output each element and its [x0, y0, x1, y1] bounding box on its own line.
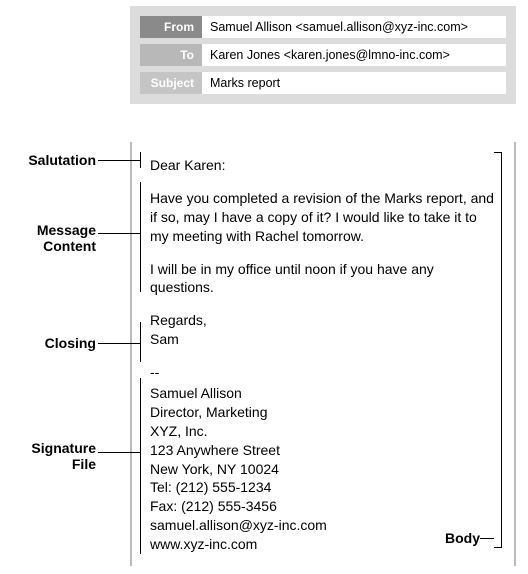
signature-fax: Fax: (212) 555-3456: [150, 497, 496, 516]
connector-message: [98, 233, 140, 234]
signature-company: XYZ, Inc.: [150, 422, 496, 441]
closing-name: Sam: [150, 330, 496, 349]
signature-city: New York, NY 10024: [150, 460, 496, 479]
annotation-message-text: Message Content: [37, 222, 96, 254]
connector-body: [480, 538, 494, 539]
signature-email[interactable]: samuel.allison@xyz-inc.com: [150, 517, 327, 533]
header-row-subject: Subject Marks report: [140, 72, 506, 94]
annotation-salutation: Salutation: [10, 152, 96, 168]
header-row-from: From Samuel Allison <samuel.allison@xyz-…: [140, 16, 506, 38]
salutation-text: Dear Karen:: [150, 156, 496, 175]
connector-closing: [98, 343, 140, 344]
signature-street: 123 Anywhere Street: [150, 441, 496, 460]
subject-value: Marks report: [202, 72, 506, 94]
connector-signature: [98, 452, 140, 453]
tick-closing: [140, 322, 141, 362]
from-label: From: [140, 16, 202, 38]
message-para-2: I will be in my office until noon if you…: [150, 260, 496, 298]
signature-url[interactable]: www.xyz-inc.com: [150, 536, 257, 552]
header-row-to: To Karen Jones <karen.jones@lmno-inc.com…: [140, 44, 506, 66]
message-para-1: Have you completed a revision of the Mar…: [150, 189, 496, 246]
signature-tel: Tel: (212) 555-1234: [150, 478, 496, 497]
to-label: To: [140, 44, 202, 66]
annotation-signature: Signature File: [10, 440, 96, 472]
annotation-message: Message Content: [10, 222, 96, 254]
signature-title: Director, Marketing: [150, 403, 496, 422]
subject-label: Subject: [140, 72, 202, 94]
signature-block: -- Samuel Allison Director, Marketing XY…: [150, 363, 496, 554]
from-value: Samuel Allison <samuel.allison@xyz-inc.c…: [202, 16, 506, 38]
annotation-closing: Closing: [10, 335, 96, 351]
email-body-panel: Dear Karen: Have you completed a revisio…: [130, 142, 516, 566]
annotation-signature-text: Signature File: [31, 440, 96, 472]
connector-salutation: [98, 160, 140, 161]
tick-signature: [140, 378, 141, 554]
closing-block: Regards, Sam: [150, 311, 496, 349]
email-header-panel: From Samuel Allison <samuel.allison@xyz-…: [130, 6, 516, 104]
closing-word: Regards,: [150, 311, 496, 330]
tick-message: [140, 182, 141, 292]
tick-salutation: [140, 152, 141, 168]
signature-separator: --: [150, 363, 496, 382]
annotation-body: Body: [445, 530, 480, 546]
signature-name: Samuel Allison: [150, 384, 496, 403]
diagram-root: From Samuel Allison <samuel.allison@xyz-…: [0, 0, 528, 574]
body-bracket: [494, 152, 502, 548]
to-value: Karen Jones <karen.jones@lmno-inc.com>: [202, 44, 506, 66]
